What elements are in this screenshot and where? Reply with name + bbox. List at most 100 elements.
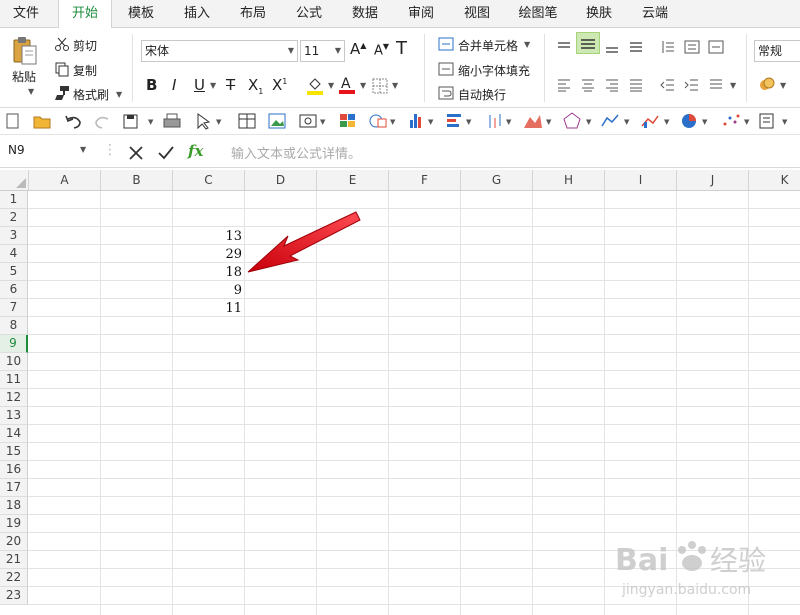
row-header-selected[interactable]: 9 xyxy=(0,335,28,353)
tab-layout[interactable]: 布局 xyxy=(228,0,278,28)
cell-C7[interactable]: 11 xyxy=(172,300,242,318)
decrease-indent-icon[interactable] xyxy=(660,78,676,95)
row-header[interactable]: 23 xyxy=(0,587,28,605)
row-header[interactable]: 8 xyxy=(0,317,28,335)
row-header[interactable]: 18 xyxy=(0,497,28,515)
row-header[interactable]: 3 xyxy=(0,227,28,245)
center-across-icon[interactable] xyxy=(708,40,724,57)
italic-icon[interactable]: I xyxy=(172,76,176,94)
column-header[interactable]: A xyxy=(29,170,101,191)
superscript-icon[interactable]: X1 xyxy=(272,76,287,94)
align-bottom-icon[interactable] xyxy=(604,40,620,57)
row-header[interactable]: 2 xyxy=(0,209,28,227)
tab-draw[interactable]: 绘图笔 xyxy=(508,0,568,28)
font-color-dropdown-icon[interactable]: ▼ xyxy=(360,81,366,90)
paste-button[interactable]: 粘贴 xyxy=(12,68,36,85)
row-header[interactable]: 4 xyxy=(0,245,28,263)
smartart-icon[interactable] xyxy=(340,114,355,127)
horizontal-bar-chart-icon[interactable] xyxy=(447,114,461,127)
undo-icon[interactable] xyxy=(65,115,81,129)
table-icon[interactable] xyxy=(238,113,256,129)
font-color-icon[interactable]: A xyxy=(338,75,356,98)
name-box-dropdown-icon[interactable]: ▼ xyxy=(80,145,86,154)
column-header[interactable]: J xyxy=(677,170,749,191)
tab-data[interactable]: 数据 xyxy=(340,0,390,28)
tab-insert[interactable]: 插入 xyxy=(172,0,222,28)
row-header[interactable]: 20 xyxy=(0,533,28,551)
number-format-select[interactable]: 常规 xyxy=(754,40,800,62)
cell-C3[interactable]: 13 xyxy=(172,228,242,246)
currency-dropdown-icon[interactable]: ▼ xyxy=(780,81,786,90)
subscript-icon[interactable]: X1 xyxy=(248,76,263,96)
align-top-icon[interactable] xyxy=(556,40,572,57)
strikethrough-icon[interactable]: T xyxy=(226,76,235,94)
formula-input[interactable]: 输入文本或公式详情。 xyxy=(231,143,361,162)
radar-chart-icon[interactable] xyxy=(563,112,581,129)
orientation-dropdown-icon[interactable]: ▼ xyxy=(730,81,736,90)
picture-icon[interactable] xyxy=(268,113,286,129)
format-painter-icon[interactable] xyxy=(54,85,70,104)
tab-review[interactable]: 审阅 xyxy=(396,0,446,28)
align-middle-icon[interactable] xyxy=(576,32,600,54)
tab-skin[interactable]: 换肤 xyxy=(574,0,624,28)
shrink-to-fit-button[interactable]: 缩小字体填充 xyxy=(458,62,530,79)
text-direction-icon[interactable] xyxy=(660,40,676,57)
shrink-font-icon[interactable]: A▼ xyxy=(374,42,389,58)
copy-button[interactable]: 复制 xyxy=(73,62,97,79)
column-header[interactable]: I xyxy=(605,170,677,191)
currency-icon[interactable] xyxy=(758,76,776,95)
fill-color-icon[interactable] xyxy=(306,76,324,99)
cut-icon[interactable] xyxy=(54,36,70,55)
save-icon[interactable] xyxy=(123,114,138,129)
align-justify-icon[interactable] xyxy=(628,78,644,95)
wrap-text-button[interactable]: 自动换行 xyxy=(458,86,506,103)
tab-templates[interactable]: 模板 xyxy=(116,0,166,28)
bar-chart-icon[interactable] xyxy=(410,114,421,128)
increase-indent-icon[interactable] xyxy=(684,78,700,95)
underline-dropdown-icon[interactable]: ▼ xyxy=(210,81,216,90)
paste-icon[interactable] xyxy=(12,34,38,66)
indent-icon[interactable] xyxy=(684,40,700,57)
redo-icon[interactable] xyxy=(95,116,109,129)
merge-cells-button[interactable]: 合并单元格 xyxy=(458,37,518,54)
format-painter-dropdown-icon[interactable]: ▼ xyxy=(116,90,122,99)
justify-distributed-icon[interactable] xyxy=(628,40,644,57)
confirm-icon[interactable] xyxy=(157,145,175,164)
scatter-chart-icon[interactable] xyxy=(723,114,740,126)
tab-cloud[interactable]: 云端 xyxy=(630,0,680,28)
insert-function-icon[interactable]: fx xyxy=(188,142,203,160)
merge-dropdown-icon[interactable]: ▼ xyxy=(524,40,530,49)
row-header[interactable]: 5 xyxy=(0,263,28,281)
merge-cells-icon[interactable] xyxy=(438,37,454,54)
row-header[interactable]: 21 xyxy=(0,551,28,569)
borders-icon[interactable] xyxy=(372,78,388,97)
copy-icon[interactable] xyxy=(54,61,70,80)
row-header[interactable]: 10 xyxy=(0,353,28,371)
pie-chart-icon[interactable] xyxy=(682,114,696,128)
grow-font-icon[interactable]: A▲ xyxy=(350,40,366,58)
column-header[interactable]: F xyxy=(389,170,461,191)
underline-icon[interactable]: U xyxy=(194,76,205,94)
row-header[interactable]: 15 xyxy=(0,443,28,461)
area-chart-icon[interactable] xyxy=(524,115,542,128)
paste-dropdown-icon[interactable]: ▼ xyxy=(28,87,34,96)
row-header[interactable]: 14 xyxy=(0,425,28,443)
print-icon[interactable] xyxy=(163,113,181,128)
row-header[interactable]: 6 xyxy=(0,281,28,299)
shrink-to-fit-icon[interactable] xyxy=(438,62,454,79)
tab-file[interactable]: 文件 xyxy=(0,0,52,28)
cancel-icon[interactable] xyxy=(128,145,144,164)
tab-formulas[interactable]: 公式 xyxy=(284,0,334,28)
row-header[interactable]: 19 xyxy=(0,515,28,533)
column-header[interactable]: H xyxy=(533,170,605,191)
cell-C5[interactable]: 18 xyxy=(172,264,242,282)
combo-chart-icon[interactable] xyxy=(641,115,659,128)
cell-C6[interactable]: 9 xyxy=(172,282,242,300)
row-header[interactable]: 16 xyxy=(0,461,28,479)
font-name-select[interactable]: 宋体 ▼ xyxy=(141,40,298,62)
align-right-icon[interactable] xyxy=(604,78,620,95)
open-folder-icon[interactable] xyxy=(33,116,51,129)
column-header[interactable]: B xyxy=(101,170,173,191)
cut-button[interactable]: 剪切 xyxy=(73,37,97,54)
shapes-icon[interactable] xyxy=(369,114,387,128)
